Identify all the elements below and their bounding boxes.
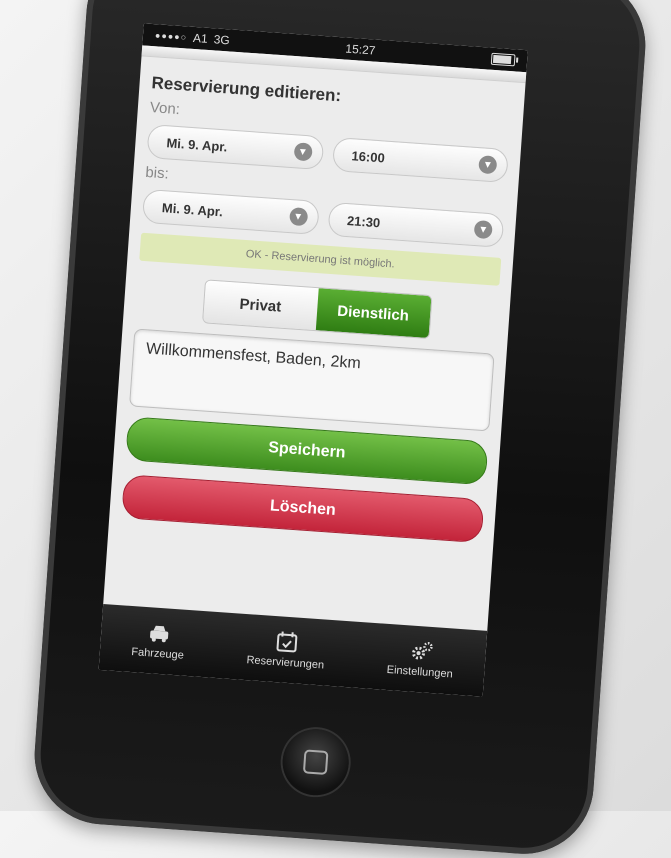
phone-device: ●●●●○ A1 3G 15:27 Reservierung editieren… [30, 0, 650, 858]
tab-reservations-label: Reservierungen [246, 654, 324, 671]
chevron-down-icon: ▼ [293, 142, 312, 161]
trip-type-segmented-control: Privat Dienstlich [202, 279, 433, 339]
tab-bar: Fahrzeuge Reservierungen Einstellungen [99, 604, 488, 697]
to-time-value: 21:30 [347, 213, 381, 230]
chevron-down-icon: ▼ [289, 207, 308, 226]
segment-private[interactable]: Privat [203, 280, 319, 330]
to-time-select[interactable]: 21:30 ▼ [327, 202, 504, 248]
home-square-icon [303, 749, 329, 775]
tab-vehicles[interactable]: Fahrzeuge [131, 620, 186, 662]
signal-icon: ●●●●○ [155, 30, 188, 42]
tab-reservations[interactable]: Reservierungen [246, 628, 326, 671]
phone-screen: ●●●●○ A1 3G 15:27 Reservierung editieren… [99, 23, 528, 696]
content: Reservierung editieren: Von: Mi. 9. Apr.… [109, 56, 525, 544]
from-time-select[interactable]: 16:00 ▼ [331, 137, 508, 183]
tab-vehicles-label: Fahrzeuge [131, 646, 184, 662]
segment-business[interactable]: Dienstlich [315, 288, 431, 338]
network-label: 3G [213, 32, 230, 47]
chevron-down-icon: ▼ [478, 155, 497, 174]
clock: 15:27 [345, 42, 376, 58]
from-time-value: 16:00 [351, 148, 385, 165]
to-date-value: Mi. 9. Apr. [161, 200, 223, 219]
tab-settings[interactable]: Einstellungen [386, 638, 455, 681]
to-date-select[interactable]: Mi. 9. Apr. ▼ [142, 189, 319, 235]
chevron-down-icon: ▼ [474, 220, 493, 239]
status-bar-left: ●●●●○ A1 3G [155, 28, 231, 47]
tab-settings-label: Einstellungen [386, 664, 453, 681]
car-icon [146, 621, 171, 645]
gears-icon [408, 639, 433, 663]
note-textarea[interactable]: Willkommensfest, Baden, 2km [129, 328, 495, 431]
calendar-check-icon [274, 630, 299, 654]
battery-icon [491, 53, 516, 67]
delete-button[interactable]: Löschen [121, 474, 484, 543]
from-date-value: Mi. 9. Apr. [166, 135, 228, 154]
from-date-select[interactable]: Mi. 9. Apr. ▼ [146, 124, 323, 170]
home-button[interactable] [280, 727, 350, 797]
carrier-label: A1 [193, 31, 209, 46]
